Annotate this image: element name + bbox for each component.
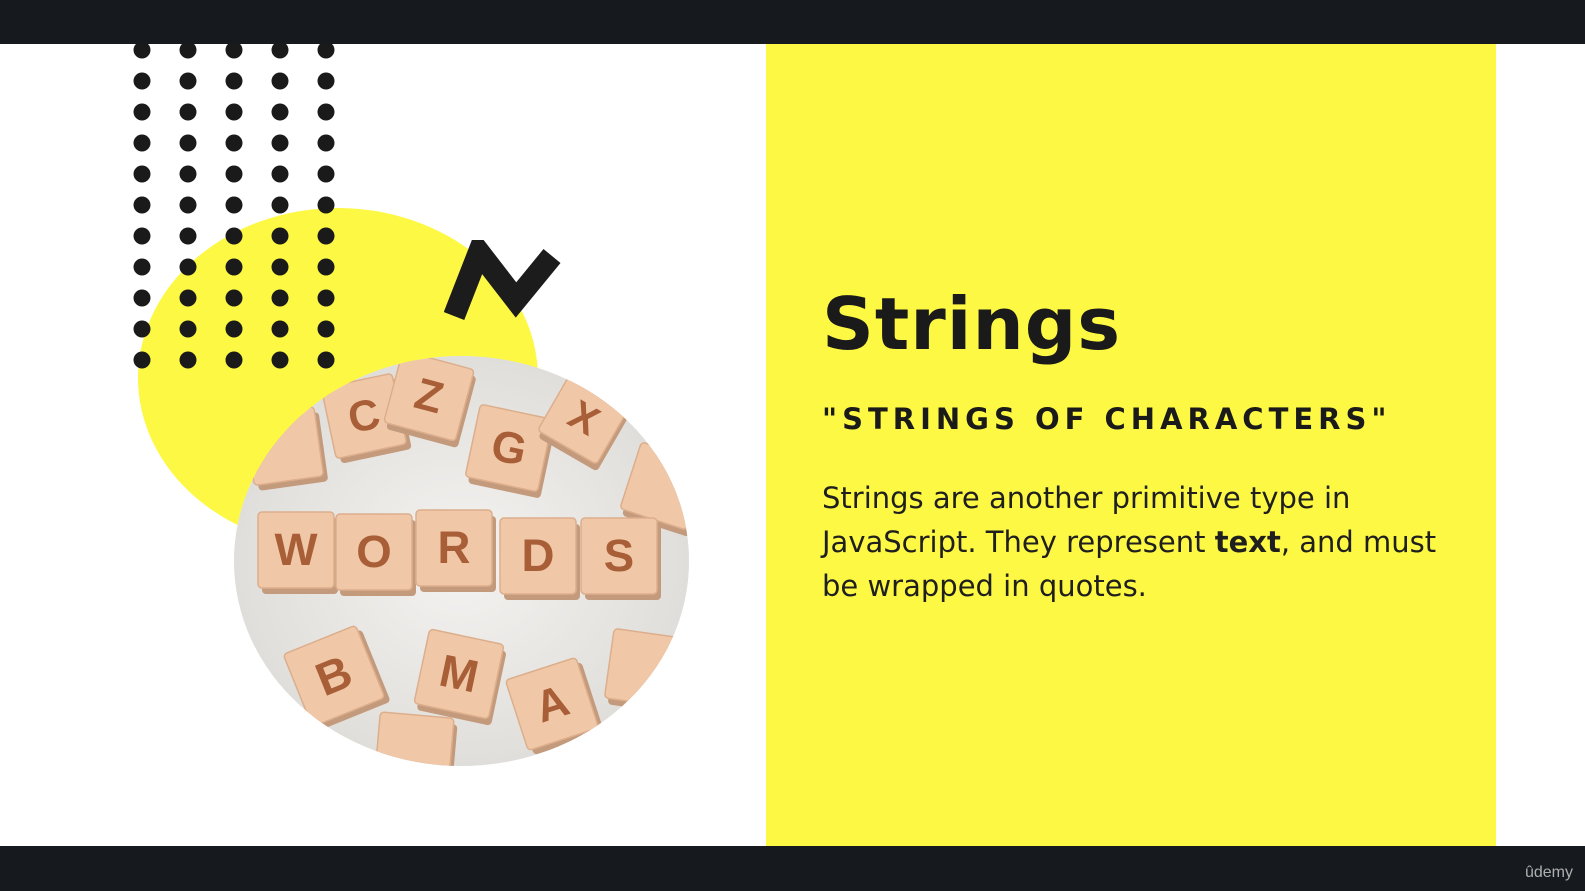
dot bbox=[179, 227, 197, 245]
dot bbox=[179, 289, 197, 307]
scattered-cube bbox=[604, 628, 687, 714]
dot bbox=[317, 165, 335, 183]
dot bbox=[179, 72, 197, 90]
dot-grid-decoration bbox=[133, 44, 335, 369]
dot bbox=[317, 103, 335, 121]
dot bbox=[225, 289, 243, 307]
dot bbox=[179, 44, 197, 59]
dot bbox=[225, 196, 243, 214]
slide-title: Strings bbox=[822, 282, 1122, 366]
dot bbox=[179, 103, 197, 121]
zigzag-decoration bbox=[444, 240, 561, 321]
word-cube: S bbox=[580, 517, 661, 600]
dot bbox=[133, 289, 151, 307]
dot bbox=[179, 165, 197, 183]
word-cube: O bbox=[335, 513, 416, 596]
dot bbox=[225, 258, 243, 276]
dot bbox=[225, 103, 243, 121]
dot bbox=[317, 196, 335, 214]
dot bbox=[271, 289, 289, 307]
word-cubes-photo: CZGXWORDSBMA bbox=[234, 356, 689, 766]
cube-letter: R bbox=[438, 522, 471, 573]
dot bbox=[179, 134, 197, 152]
dot bbox=[225, 320, 243, 338]
video-frame[interactable]: CZGXWORDSBMA Strings "STRINGS OF CHARACT… bbox=[0, 0, 1585, 891]
dot bbox=[225, 351, 243, 369]
dot bbox=[179, 196, 197, 214]
dot bbox=[225, 134, 243, 152]
dot bbox=[225, 165, 243, 183]
word-cube: W bbox=[257, 511, 338, 594]
word-cube: R bbox=[415, 509, 496, 592]
cube-letter: S bbox=[604, 530, 634, 581]
dot bbox=[133, 72, 151, 90]
dot bbox=[225, 44, 243, 59]
word-cubes-illustration: C ZGXW O R D SB MA bbox=[234, 356, 689, 766]
dot bbox=[271, 44, 289, 59]
yellow-panel bbox=[766, 44, 1496, 846]
dot bbox=[133, 196, 151, 214]
slide: CZGXWORDSBMA Strings "STRINGS OF CHARACT… bbox=[0, 44, 1585, 846]
slide-subtitle: "STRINGS OF CHARACTERS" bbox=[822, 402, 1392, 436]
scattered-cube: M bbox=[413, 628, 506, 726]
cube-letter: D bbox=[522, 530, 555, 581]
udemy-watermark: ûdemy bbox=[1524, 864, 1573, 881]
dot bbox=[317, 44, 335, 59]
dot bbox=[271, 165, 289, 183]
dot bbox=[317, 289, 335, 307]
dot bbox=[271, 227, 289, 245]
cube-letter: O bbox=[356, 526, 391, 577]
dot bbox=[179, 351, 197, 369]
dot bbox=[133, 227, 151, 245]
scattered-cube: G bbox=[465, 404, 555, 498]
scattered-cube bbox=[373, 711, 458, 766]
dot bbox=[133, 44, 151, 59]
dot bbox=[271, 72, 289, 90]
dot bbox=[317, 351, 335, 369]
body-text-bold: text bbox=[1214, 525, 1281, 559]
dot bbox=[271, 351, 289, 369]
dot bbox=[133, 134, 151, 152]
slide-body: Strings are another primitive type in Ja… bbox=[822, 476, 1442, 608]
dot bbox=[179, 320, 197, 338]
dot bbox=[133, 165, 151, 183]
dot bbox=[271, 320, 289, 338]
dot bbox=[317, 258, 335, 276]
word-cube: D bbox=[499, 517, 580, 600]
dot bbox=[179, 258, 197, 276]
dot bbox=[317, 134, 335, 152]
dot bbox=[133, 103, 151, 121]
dot bbox=[271, 196, 289, 214]
dot bbox=[133, 320, 151, 338]
dot bbox=[225, 72, 243, 90]
dot bbox=[271, 134, 289, 152]
dot bbox=[271, 103, 289, 121]
dot bbox=[225, 227, 243, 245]
cube-letter: W bbox=[274, 524, 317, 575]
dot bbox=[317, 227, 335, 245]
dot bbox=[133, 258, 151, 276]
dot bbox=[271, 258, 289, 276]
dot bbox=[317, 320, 335, 338]
dot bbox=[317, 72, 335, 90]
dot bbox=[133, 351, 151, 369]
